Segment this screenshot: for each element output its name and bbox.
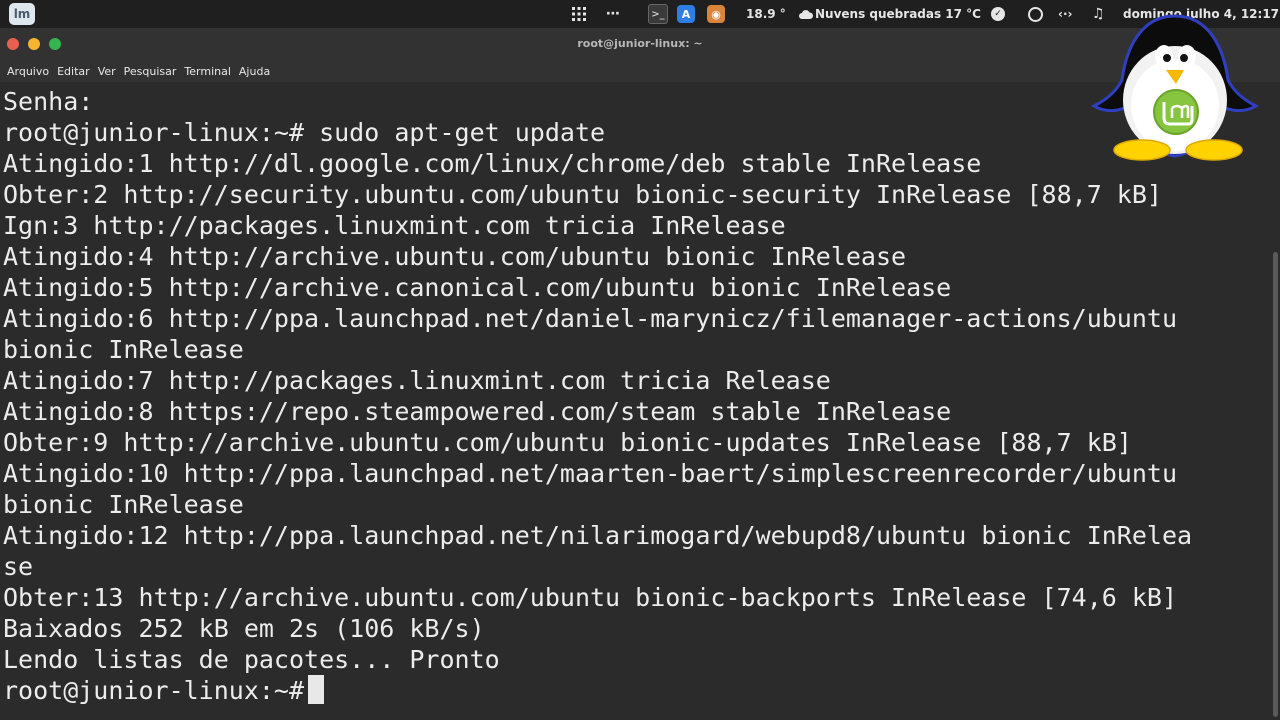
mint-menu-icon: lm: [9, 3, 35, 25]
terminal-line: Lendo listas de pacotes... Pronto: [3, 645, 500, 674]
software-store-icon: A: [677, 5, 695, 23]
terminal-line: Obter:13 http://archive.ubuntu.com/ubunt…: [3, 583, 1177, 612]
terminal-line: Atingido:10 http://ppa.launchpad.net/maa…: [3, 459, 1177, 488]
menu-arquivo[interactable]: Arquivo: [3, 65, 53, 78]
terminal-output: Senha: root@junior-linux:~# sudo apt-get…: [3, 86, 1192, 706]
terminal-line: Atingido:12 http://ppa.launchpad.net/nil…: [3, 521, 1193, 550]
network-arrows-icon: ‹·›: [1058, 7, 1073, 21]
terminal-line: Obter:2 http://security.ubuntu.com/ubunt…: [3, 180, 1162, 209]
scrollbar-thumb[interactable]: [1273, 252, 1278, 717]
terminal-line: Atingido:1 http://dl.google.com/linux/ch…: [3, 149, 982, 178]
terminal-line: bionic InRelease: [3, 490, 244, 519]
shell-prompt: root@junior-linux:~#: [3, 676, 305, 705]
menu-ver[interactable]: Ver: [94, 65, 120, 78]
updates-applet[interactable]: ✓: [991, 0, 1005, 28]
menu-pesquisar[interactable]: Pesquisar: [120, 65, 181, 78]
terminal-line: Atingido:4 http://archive.ubuntu.com/ubu…: [3, 242, 907, 271]
terminal-line: se: [3, 552, 34, 581]
user-circle-icon: [1028, 6, 1043, 22]
terminal-launcher-icon: >_: [648, 4, 668, 24]
terminal-line: root@junior-linux:~# sudo apt-get update: [3, 118, 606, 147]
gimp-launcher-icon: ◉: [707, 5, 725, 23]
menu-editar[interactable]: Editar: [53, 65, 94, 78]
menu-ajuda[interactable]: Ajuda: [235, 65, 274, 78]
temperature-label: 18.9 °: [746, 7, 786, 21]
menu-terminal[interactable]: Terminal: [180, 65, 235, 78]
terminal-line: Obter:9 http://archive.ubuntu.com/ubuntu…: [3, 428, 1132, 457]
weather-label: Nuvens quebradas 17 °C: [815, 7, 981, 21]
weather-applet[interactable]: Nuvens quebradas 17 °C: [799, 0, 981, 28]
terminal-line: Atingido:8 https://repo.steampowered.com…: [3, 397, 952, 426]
check-circle-icon: ✓: [991, 7, 1005, 21]
mint-menu-button[interactable]: lm: [9, 0, 35, 28]
terminal-line: Atingido:7 http://packages.linuxmint.com…: [3, 366, 831, 395]
terminal-line: Atingido:5 http://archive.canonical.com/…: [3, 273, 952, 302]
apps-grid-icon[interactable]: [572, 0, 586, 28]
terminal-launcher[interactable]: >_: [648, 0, 668, 28]
terminal-line: Baixados 252 kB em 2s (106 kB/s): [3, 614, 485, 643]
linux-mint-penguin-icon: [1090, 14, 1260, 161]
terminal-prompt-line[interactable]: root@junior-linux:~#: [3, 675, 1192, 706]
terminal-line: bionic InRelease: [3, 335, 244, 364]
temperature-indicator[interactable]: 18.9 °: [746, 0, 786, 28]
terminal-line: Senha:: [3, 87, 94, 116]
terminal-area[interactable]: Senha: root@junior-linux:~# sudo apt-get…: [0, 82, 1272, 720]
cloud-icon: [799, 10, 813, 19]
network-applet[interactable]: ‹·›: [1058, 0, 1072, 28]
terminal-line: Ign:3 http://packages.linuxmint.com tric…: [3, 211, 786, 240]
software-store-launcher[interactable]: A: [677, 0, 695, 28]
text-cursor: [308, 675, 325, 704]
more-dots-icon[interactable]: ⋯: [606, 0, 620, 28]
terminal-line: Atingido:6 http://ppa.launchpad.net/dani…: [3, 304, 1177, 333]
terminal-scrollbar[interactable]: [1272, 82, 1280, 720]
gimp-launcher[interactable]: ◉: [707, 0, 725, 28]
user-applet[interactable]: [1028, 0, 1043, 28]
